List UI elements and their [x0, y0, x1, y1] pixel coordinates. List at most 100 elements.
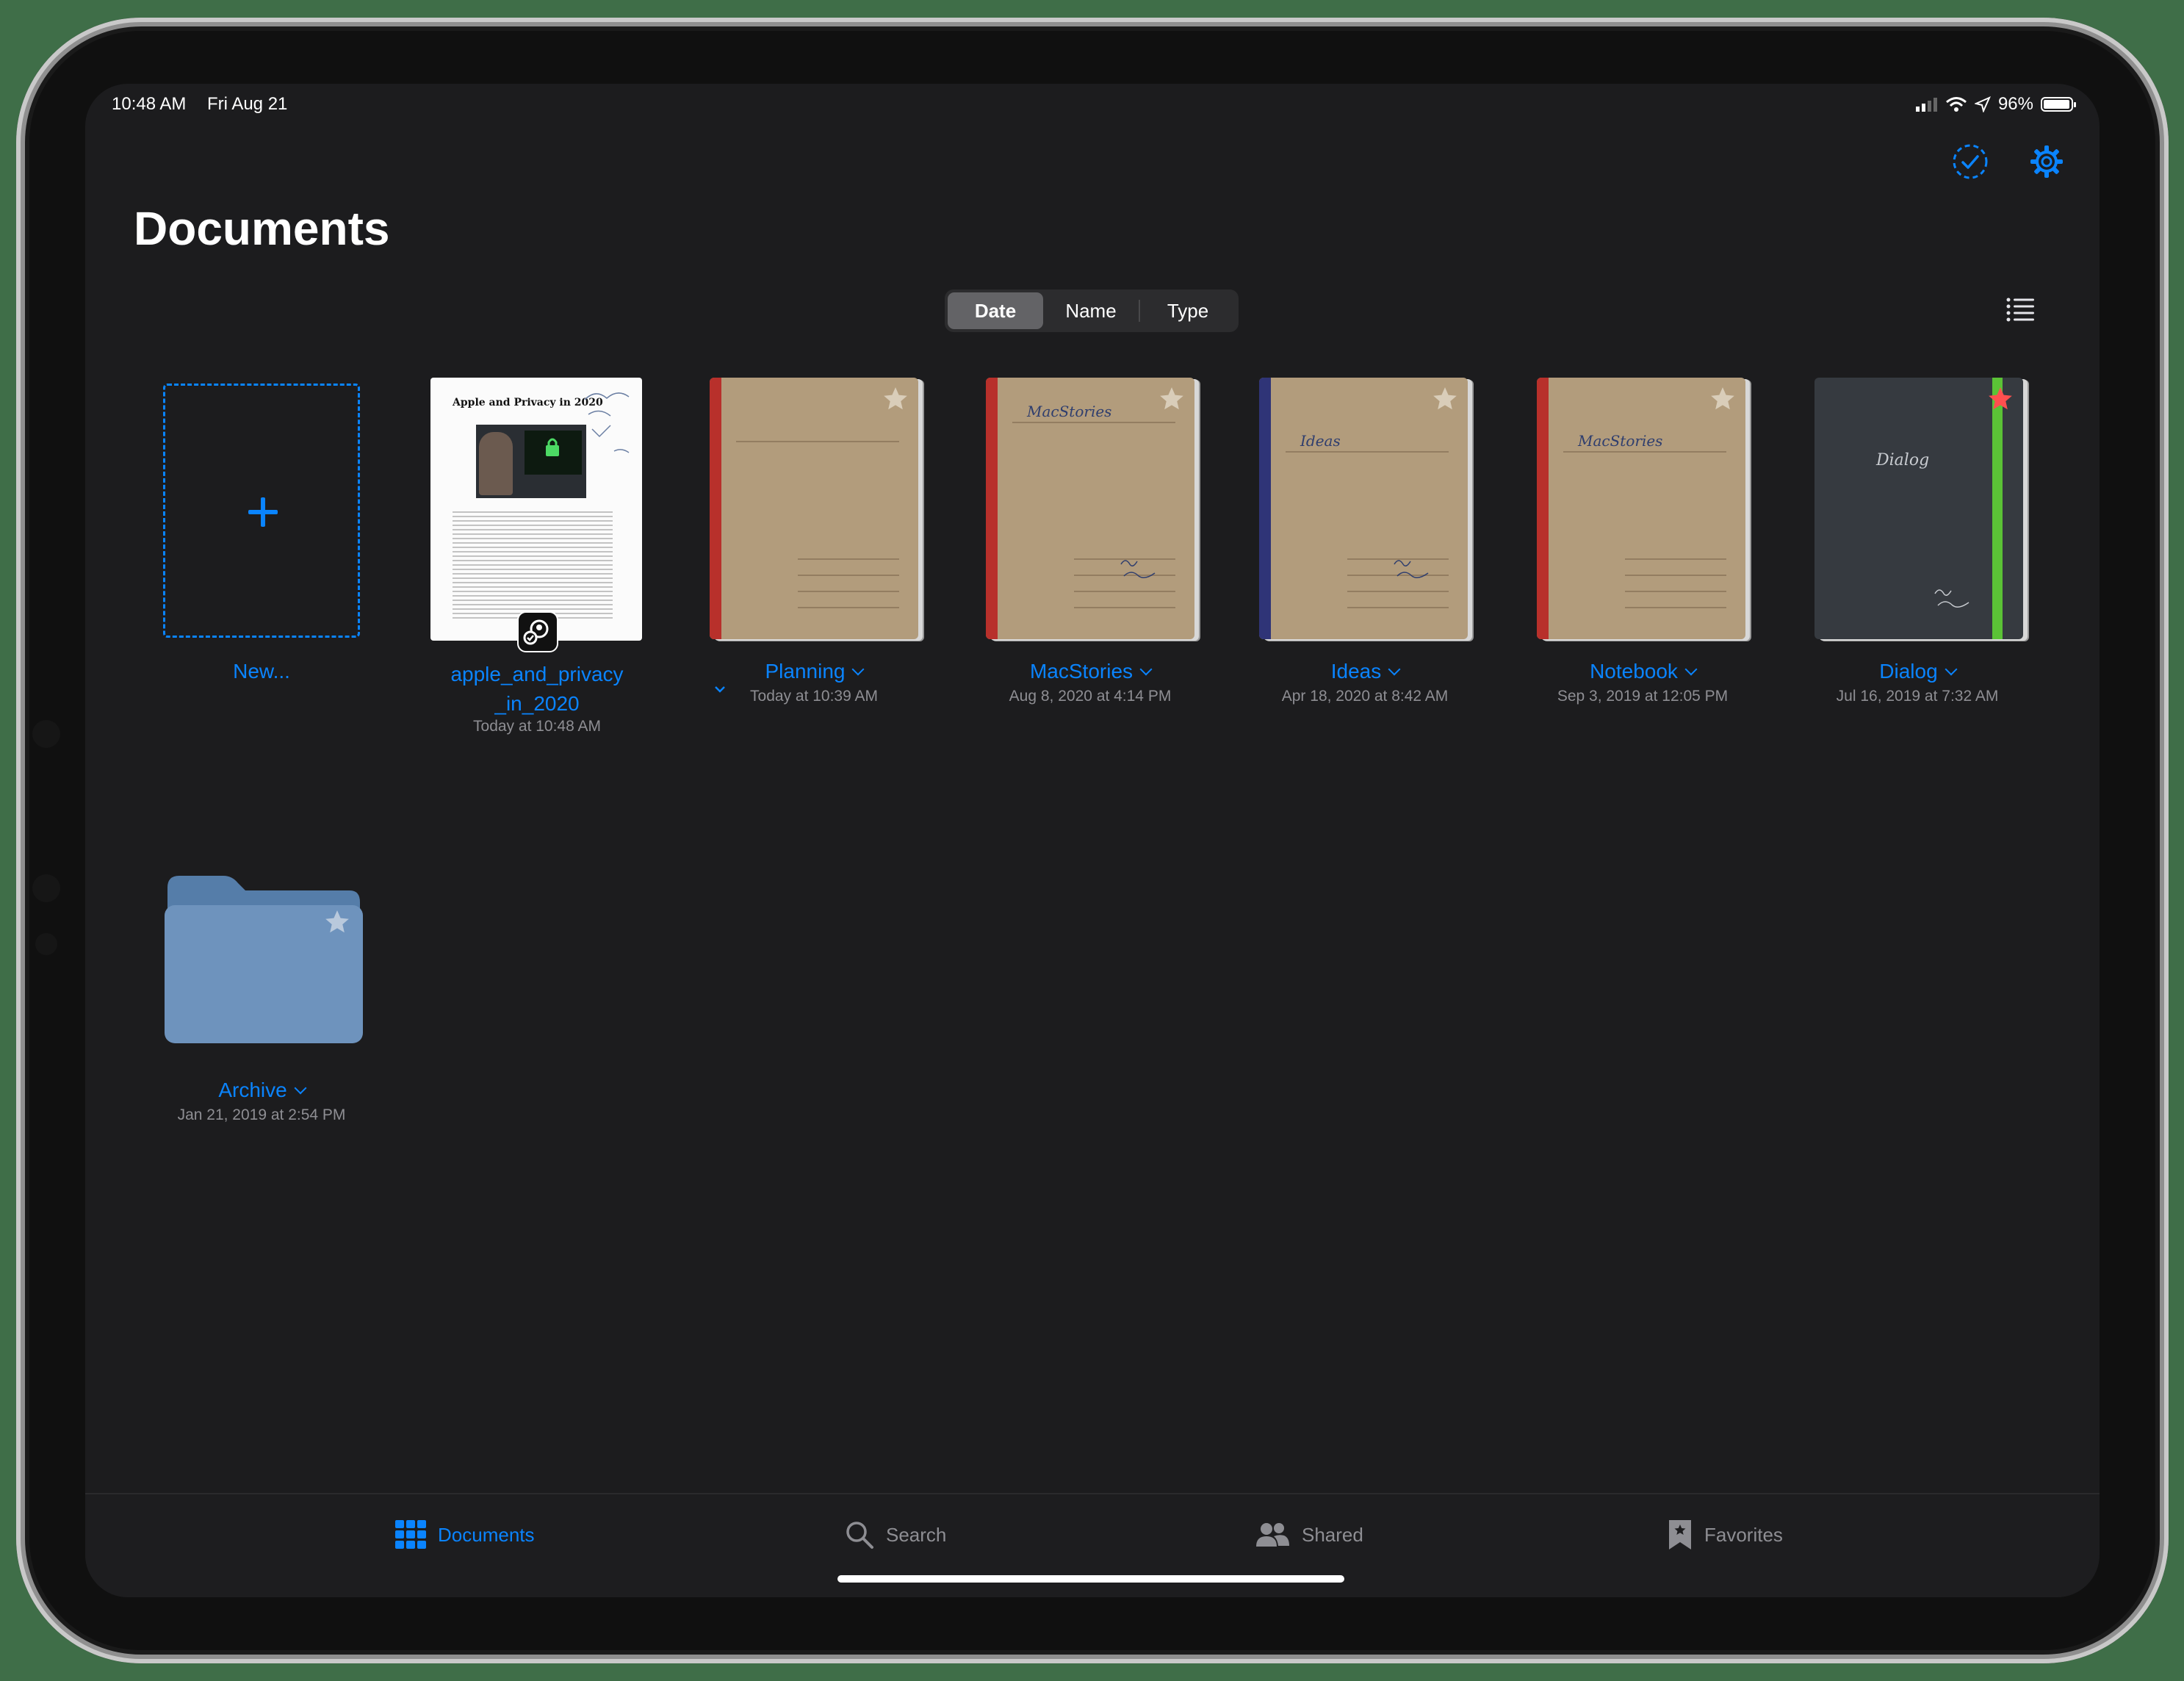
sort-segmented-control[interactable]: Date Name Type [945, 289, 1239, 332]
pdf-thumbnail[interactable]: Apple and Privacy in 2020 [430, 378, 642, 641]
status-time: 10:48 AM [112, 94, 187, 114]
handwritten-note [584, 392, 630, 453]
people-icon [1256, 1523, 1289, 1547]
document-name-text: Planning [765, 660, 846, 683]
tab-search[interactable]: Search [845, 1516, 946, 1553]
cover-title-line [736, 441, 899, 442]
document-name[interactable]: Notebook [1525, 660, 1760, 683]
chevron-down-icon[interactable] [851, 663, 865, 676]
tab-label: Favorites [1704, 1523, 1783, 1546]
cover-line [798, 607, 899, 608]
tab-label: Search [886, 1523, 947, 1546]
lock-icon [546, 438, 559, 456]
gear-icon[interactable] [2028, 143, 2066, 181]
star-icon[interactable] [882, 385, 909, 413]
folder-date: Jan 21, 2019 at 2:54 PM [177, 1106, 346, 1123]
notebook-cover[interactable]: MacStories [986, 378, 1194, 639]
document-name-text: Ideas [1330, 660, 1382, 683]
document-date: Today at 10:39 AM [750, 688, 878, 705]
document-date: Today at 10:48 AM [473, 718, 601, 735]
tab-bar: Documents Search Shared Favorites [85, 1493, 2100, 1597]
notebook-spine [1992, 378, 2003, 639]
cover-title-line [1286, 451, 1449, 453]
document-name[interactable]: Dialog [1800, 660, 2035, 683]
document-name-text: Dialog [1879, 660, 1938, 683]
cover-handwriting: Ideas [1300, 432, 1341, 450]
tab-label: Shared [1302, 1523, 1363, 1546]
document-name-text: Notebook [1590, 660, 1678, 683]
list-icon[interactable] [2005, 297, 2035, 323]
document-date: Sep 3, 2019 at 12:05 PM [1557, 688, 1729, 705]
sort-option-name[interactable]: Name [1043, 292, 1139, 329]
notebook-spine [1259, 378, 1271, 639]
document-name-text: MacStories [1029, 660, 1134, 683]
cover-line [1625, 607, 1726, 608]
sort-option-type[interactable]: Type [1140, 292, 1236, 329]
notebook-cover[interactable]: Ideas [1259, 378, 1468, 639]
location-icon [1974, 96, 1991, 112]
folder-icon[interactable] [162, 873, 363, 1046]
folder-name[interactable]: Archive [151, 1079, 372, 1102]
notebook-spine [710, 378, 721, 639]
document-name[interactable]: Ideas [1247, 660, 1482, 683]
document-name[interactable]: Planning [696, 660, 931, 683]
chevron-down-icon[interactable] [294, 1081, 307, 1095]
cover-line [1347, 591, 1449, 592]
cover-handwriting: Dialog [1876, 451, 1930, 469]
document-name[interactable]: apple_and_privacy _in_2020 [423, 660, 651, 719]
cover-title-line [1563, 451, 1726, 453]
chevron-down-icon[interactable] [1388, 663, 1401, 676]
tab-favorites[interactable]: Favorites [1668, 1516, 1783, 1553]
checkmark-circle-icon[interactable] [1951, 143, 1989, 181]
signature-mark [1120, 560, 1156, 578]
cover-handwriting: MacStories [1578, 432, 1663, 450]
cover-line [1347, 607, 1449, 608]
cover-line [798, 558, 899, 560]
new-document-label[interactable]: New... [151, 660, 372, 683]
shared-badge [517, 611, 558, 652]
star-icon[interactable] [1431, 385, 1459, 413]
document-name[interactable]: MacStories [973, 660, 1208, 683]
battery-percent: 96% [1997, 94, 2033, 114]
sort-option-date[interactable]: Date [948, 292, 1043, 329]
cover-handwriting: MacStories [1027, 403, 1112, 420]
document-date: Apr 18, 2020 at 8:42 AM [1281, 688, 1449, 705]
cover-title-line [1012, 422, 1175, 423]
signature-mark [1394, 560, 1429, 578]
chevron-down-icon[interactable] [1139, 663, 1153, 676]
wifi-icon [1945, 97, 1967, 112]
chevron-down-icon[interactable] [1945, 663, 1958, 676]
document-date: Jul 16, 2019 at 7:32 AM [1836, 688, 1999, 705]
magnifier-icon [846, 1522, 873, 1549]
star-icon[interactable] [1709, 385, 1737, 413]
star-icon[interactable] [323, 908, 351, 936]
side-sensor [32, 874, 60, 902]
new-document-tile[interactable] [163, 384, 360, 638]
document-date: Aug 8, 2020 at 4:14 PM [1009, 688, 1172, 705]
notebook-spine [1537, 378, 1549, 639]
tab-documents[interactable]: Documents [395, 1516, 535, 1553]
cover-line [798, 575, 899, 576]
tab-label: Documents [438, 1523, 535, 1546]
plus-icon [248, 497, 278, 527]
notebook-cover[interactable] [710, 378, 918, 639]
cover-line [1625, 575, 1726, 576]
cover-line [1074, 607, 1175, 608]
cellular-icon [1915, 98, 1937, 112]
notebook-cover[interactable]: Dialog [1814, 378, 2023, 639]
document-name-line1: apple_and_privacy [450, 663, 624, 685]
star-icon[interactable] [1158, 385, 1186, 413]
status-indicators: 96% [1915, 93, 2076, 116]
side-sensor [32, 720, 60, 748]
document-name-line2: _in_2020 [494, 692, 580, 715]
notebook-cover[interactable]: MacStories [1537, 378, 1745, 639]
cover-line [1074, 591, 1175, 592]
tab-shared[interactable]: Shared [1255, 1516, 1363, 1553]
battery-icon [2041, 97, 2076, 112]
chevron-down-icon[interactable] [1684, 663, 1698, 676]
favorite-star-icon[interactable] [1986, 385, 2014, 413]
screen: 10:48 AM Fri Aug 21 96% Documents Date N… [85, 84, 2100, 1597]
folder-name-text: Archive [218, 1079, 287, 1101]
notebook-spine [986, 378, 998, 639]
home-indicator[interactable] [837, 1575, 1344, 1583]
